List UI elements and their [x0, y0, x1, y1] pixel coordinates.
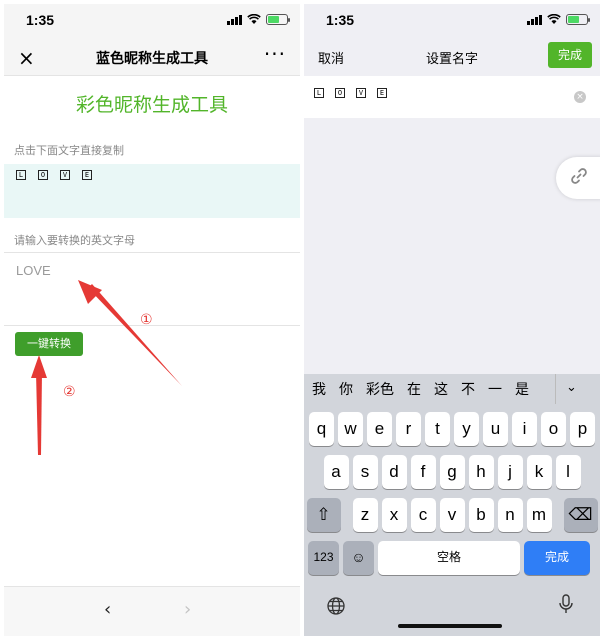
shift-icon[interactable]: ⇧: [306, 498, 341, 532]
forward-icon[interactable]: ›: [184, 599, 191, 620]
key-e[interactable]: e: [367, 412, 392, 446]
key-x[interactable]: x: [381, 498, 407, 532]
link-icon[interactable]: [556, 157, 600, 199]
convert-button[interactable]: 一键转换: [15, 332, 83, 356]
key-row-3-letters: zxcvbnm: [352, 498, 552, 532]
candidate-item[interactable]: 彩色: [366, 379, 394, 399]
key-y[interactable]: y: [454, 412, 479, 446]
status-icons: [527, 14, 590, 25]
letter-box: E: [377, 88, 387, 98]
wifi-icon: [547, 14, 561, 24]
signal-icon: [227, 14, 242, 25]
result-copy-area[interactable]: LOVE: [4, 164, 300, 218]
candidate-item[interactable]: 你: [339, 379, 353, 399]
candidate-item[interactable]: 在: [407, 379, 421, 399]
letter-box: L: [16, 170, 26, 180]
copy-label: 点击下面文字直接复制: [14, 144, 124, 157]
microphone-icon[interactable]: [558, 594, 574, 616]
number-key[interactable]: 123: [308, 541, 339, 575]
key-o[interactable]: o: [541, 412, 566, 446]
emoji-icon[interactable]: ☺: [343, 541, 374, 575]
delete-icon[interactable]: ⌫: [563, 498, 598, 532]
key-r[interactable]: r: [396, 412, 421, 446]
home-indicator: [398, 624, 502, 628]
key-u[interactable]: u: [483, 412, 508, 446]
keyboard: 我你彩色在这不一是 ⌄ qwertyuiop asdfghjkl ⇧ zxcvbn…: [304, 374, 600, 636]
letter-box: V: [356, 88, 366, 98]
status-bar: 1:35: [4, 4, 300, 38]
battery-icon: [266, 14, 290, 25]
back-icon[interactable]: ‹: [104, 599, 111, 620]
candidate-bar: 我你彩色在这不一是 ⌄: [304, 374, 600, 404]
annotation-step-1: ①: [140, 312, 153, 328]
link-glyph: [571, 168, 587, 184]
clear-icon[interactable]: ×: [574, 91, 586, 103]
status-time: 1:35: [26, 12, 55, 28]
key-g[interactable]: g: [439, 455, 465, 489]
chevron-down-icon[interactable]: ⌄: [555, 374, 587, 404]
key-i[interactable]: i: [512, 412, 537, 446]
key-v[interactable]: v: [439, 498, 465, 532]
key-row-3: ⇧ zxcvbnm ⌫: [304, 498, 600, 532]
key-row-4: 123 ☺ 空格 完成: [304, 541, 600, 575]
key-f[interactable]: f: [410, 455, 436, 489]
key-j[interactable]: j: [497, 455, 523, 489]
candidate-item[interactable]: 不: [461, 379, 475, 399]
key-b[interactable]: b: [468, 498, 494, 532]
key-d[interactable]: d: [381, 455, 407, 489]
keyboard-bottom: [304, 584, 600, 636]
key-q[interactable]: q: [309, 412, 334, 446]
candidate-item[interactable]: 我: [312, 379, 326, 399]
right-phone-screen: 1:35 取消 设置名字 完成 L O V E × 我你彩色在这不一是 ⌄ qwertyu…: [304, 4, 600, 636]
space-key[interactable]: 空格: [378, 541, 520, 575]
globe-icon[interactable]: [326, 596, 346, 616]
key-row-2: asdfghjkl: [304, 455, 600, 489]
key-a[interactable]: a: [323, 455, 349, 489]
letter-box: O: [38, 170, 48, 180]
letter-box: V: [60, 170, 70, 180]
done-key[interactable]: 完成: [524, 541, 590, 575]
name-input[interactable]: L O V E ×: [304, 76, 600, 118]
bottom-nav: ‹ ›: [4, 586, 300, 636]
status-bar: 1:35: [304, 4, 600, 38]
input-label: 请输入要转换的英文字母: [14, 234, 135, 247]
candidate-item[interactable]: 是: [515, 379, 529, 399]
battery-icon: [566, 14, 590, 25]
candidate-item[interactable]: 一: [488, 379, 502, 399]
key-l[interactable]: l: [555, 455, 581, 489]
nav-bar: × 蓝色昵称生成工具 ···: [4, 38, 300, 76]
status-time: 1:35: [326, 12, 355, 28]
letter-box: O: [335, 88, 345, 98]
nav-bar: 取消 设置名字 完成: [304, 38, 600, 76]
wifi-icon: [247, 14, 261, 24]
key-h[interactable]: h: [468, 455, 494, 489]
status-icons: [227, 14, 290, 25]
candidate-item[interactable]: 这: [434, 379, 448, 399]
key-z[interactable]: z: [352, 498, 378, 532]
signal-icon: [527, 14, 542, 25]
key-t[interactable]: t: [425, 412, 450, 446]
annotation-step-2: ②: [63, 384, 76, 400]
page-title: 彩色昵称生成工具: [75, 94, 228, 116]
done-button[interactable]: 完成: [548, 42, 592, 68]
key-c[interactable]: c: [410, 498, 436, 532]
key-n[interactable]: n: [497, 498, 523, 532]
key-w[interactable]: w: [338, 412, 363, 446]
key-p[interactable]: p: [570, 412, 595, 446]
key-k[interactable]: k: [526, 455, 552, 489]
key-m[interactable]: m: [526, 498, 552, 532]
nav-title: 蓝色昵称生成工具: [96, 51, 208, 67]
key-s[interactable]: s: [352, 455, 378, 489]
letter-box: E: [82, 170, 92, 180]
key-row-1: qwertyuiop: [304, 412, 600, 446]
more-icon[interactable]: ···: [264, 42, 286, 66]
letter-box: L: [314, 88, 324, 98]
